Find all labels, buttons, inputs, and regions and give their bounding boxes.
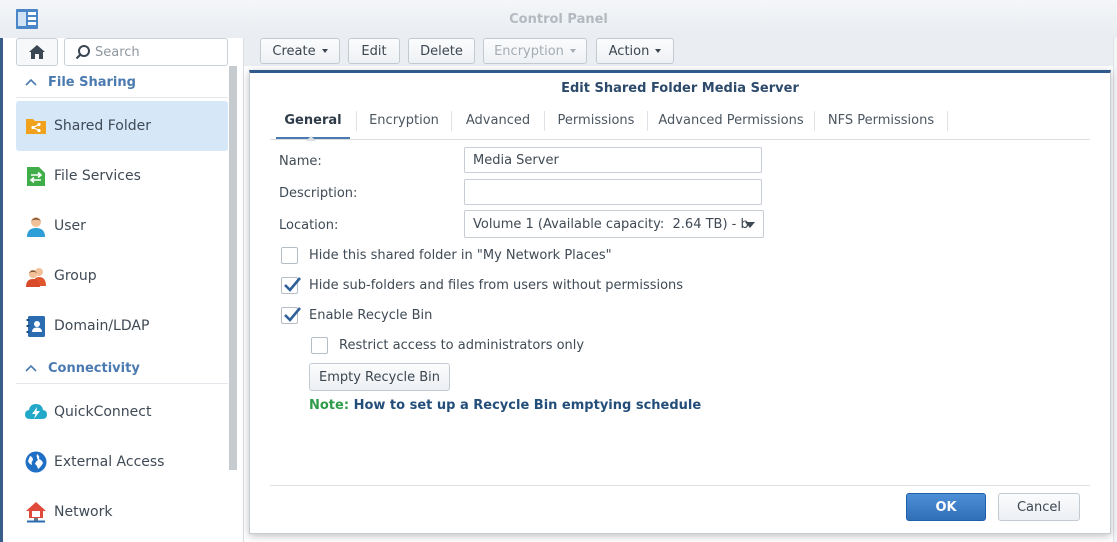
sidebar-item-network[interactable]: Network <box>16 487 228 537</box>
recycle-schedule-help-link[interactable]: How to set up a Recycle Bin emptying sch… <box>354 398 702 413</box>
chevron-up-icon <box>25 364 37 372</box>
tab-divider <box>947 111 948 131</box>
chevron-up-icon <box>25 78 37 86</box>
sidebar-item-external-access[interactable]: External Access <box>16 437 228 487</box>
home-button[interactable] <box>16 38 58 66</box>
tab-divider <box>451 111 452 131</box>
sidebar-item-label: External Access <box>54 454 165 470</box>
quickconnect-icon <box>25 404 47 419</box>
sidebar-item-file-services[interactable]: File Services <box>16 151 228 201</box>
cancel-button[interactable]: Cancel <box>998 493 1080 521</box>
tab-divider <box>814 111 815 131</box>
enable-recycle-bin-checkbox[interactable] <box>281 307 301 324</box>
name-field[interactable] <box>464 147 762 173</box>
dialog-tabs: General Encryption Advanced Permissions … <box>270 103 1090 140</box>
sidebar: File Sharing Shared Folder File Services… <box>3 38 244 542</box>
empty-recycle-bin-button[interactable]: Empty Recycle Bin <box>309 363 450 391</box>
location-select[interactable]: Volume 1 (Available capacity: 2.64 TB) -… <box>464 210 764 238</box>
search-box[interactable] <box>64 38 228 66</box>
sidebar-item-shared-folder[interactable]: Shared Folder <box>16 101 228 151</box>
footer-divider <box>270 485 1090 486</box>
tab-advanced-permissions[interactable]: Advanced Permissions <box>649 103 813 137</box>
description-label: Description: <box>279 186 358 201</box>
option-restrict-admins[interactable]: Restrict access to administrators only <box>311 337 584 354</box>
sidebar-item-quickconnect[interactable]: QuickConnect <box>16 387 228 437</box>
tab-nfs-permissions[interactable]: NFS Permissions <box>816 103 946 137</box>
sidebar-scrollbar[interactable] <box>229 66 237 470</box>
section-connectivity[interactable]: Connectivity <box>16 353 228 384</box>
recycle-bin-note: Note: How to set up a Recycle Bin emptyi… <box>309 398 701 413</box>
sidebar-item-domain-ldap[interactable]: Domain/LDAP <box>16 301 228 351</box>
tab-permissions[interactable]: Permissions <box>546 103 646 137</box>
create-button[interactable]: Create <box>260 38 340 64</box>
user-icon <box>27 217 45 237</box>
tab-divider <box>356 111 357 131</box>
option-enable-recycle-bin[interactable]: Enable Recycle Bin <box>281 307 432 324</box>
sidebar-item-label: QuickConnect <box>54 404 152 420</box>
edit-label: Edit <box>361 43 387 59</box>
edit-shared-folder-dialog: Edit Shared Folder Media Server General … <box>249 70 1111 534</box>
active-tab-pointer <box>306 136 316 141</box>
section-label: File Sharing <box>48 74 136 90</box>
restrict-admins-checkbox[interactable] <box>311 337 328 354</box>
window-title: Control Panel <box>509 12 608 27</box>
ok-button[interactable]: OK <box>906 493 986 521</box>
action-label: Action <box>608 43 650 59</box>
caret-down-icon <box>655 49 662 53</box>
location-value: Volume 1 (Available capacity: 2.64 TB) -… <box>473 216 749 232</box>
encryption-button[interactable]: Encryption <box>483 38 587 64</box>
option-label: Hide sub-folders and files from users wi… <box>309 278 684 293</box>
shared-folder-icon <box>26 119 46 134</box>
option-label: Enable Recycle Bin <box>309 308 433 323</box>
sidebar-item-label: File Services <box>54 168 141 184</box>
option-hide-network-places[interactable]: Hide this shared folder in "My Network P… <box>281 247 612 264</box>
hide-network-places-checkbox[interactable] <box>281 247 298 264</box>
section-file-sharing[interactable]: File Sharing <box>16 67 228 98</box>
location-label: Location: <box>279 218 339 233</box>
sidebar-item-label: Domain/LDAP <box>54 318 150 334</box>
tab-encryption[interactable]: Encryption <box>358 103 450 137</box>
section-label: Connectivity <box>48 360 140 376</box>
sidebar-item-group[interactable]: Group <box>16 251 228 301</box>
group-icon <box>26 268 46 287</box>
name-label: Name: <box>279 154 322 169</box>
home-icon <box>29 45 45 59</box>
main-scrollbar[interactable] <box>1113 38 1117 542</box>
action-button[interactable]: Action <box>596 38 674 64</box>
external-access-icon <box>25 451 47 473</box>
tab-divider <box>647 111 648 131</box>
sidebar-item-label: Group <box>54 268 97 284</box>
search-icon <box>75 45 90 60</box>
delete-label: Delete <box>420 43 463 59</box>
file-services-icon <box>27 167 45 186</box>
tab-divider <box>544 111 545 131</box>
dialog-title: Edit Shared Folder Media Server <box>561 81 799 96</box>
sidebar-item-user[interactable]: User <box>16 201 228 251</box>
edit-button[interactable]: Edit <box>348 38 400 64</box>
window-titlebar: Control Panel <box>0 0 1117 38</box>
sidebar-item-label: Network <box>54 504 113 520</box>
domain-ldap-icon <box>26 316 45 337</box>
tab-general[interactable]: General <box>276 103 350 139</box>
checkmark-icon <box>284 277 301 292</box>
option-hide-subfolders[interactable]: Hide sub-folders and files from users wi… <box>281 277 683 294</box>
sidebar-item-label: User <box>54 218 86 234</box>
tab-advanced[interactable]: Advanced <box>453 103 543 137</box>
caret-down-icon <box>745 222 755 228</box>
hide-subfolders-checkbox[interactable] <box>281 277 301 294</box>
search-input[interactable] <box>95 43 220 61</box>
note-prefix: Note: <box>309 398 350 413</box>
description-field[interactable] <box>464 179 762 205</box>
encryption-label: Encryption <box>494 43 564 59</box>
caret-down-icon <box>321 49 328 53</box>
create-label: Create <box>272 43 316 59</box>
caret-down-icon <box>569 49 576 53</box>
network-icon <box>26 502 46 523</box>
sidebar-item-label: Shared Folder <box>54 118 152 134</box>
option-label: Hide this shared folder in "My Network P… <box>309 248 612 263</box>
checkmark-icon <box>284 307 301 322</box>
option-label: Restrict access to administrators only <box>339 338 585 353</box>
delete-button[interactable]: Delete <box>408 38 475 64</box>
